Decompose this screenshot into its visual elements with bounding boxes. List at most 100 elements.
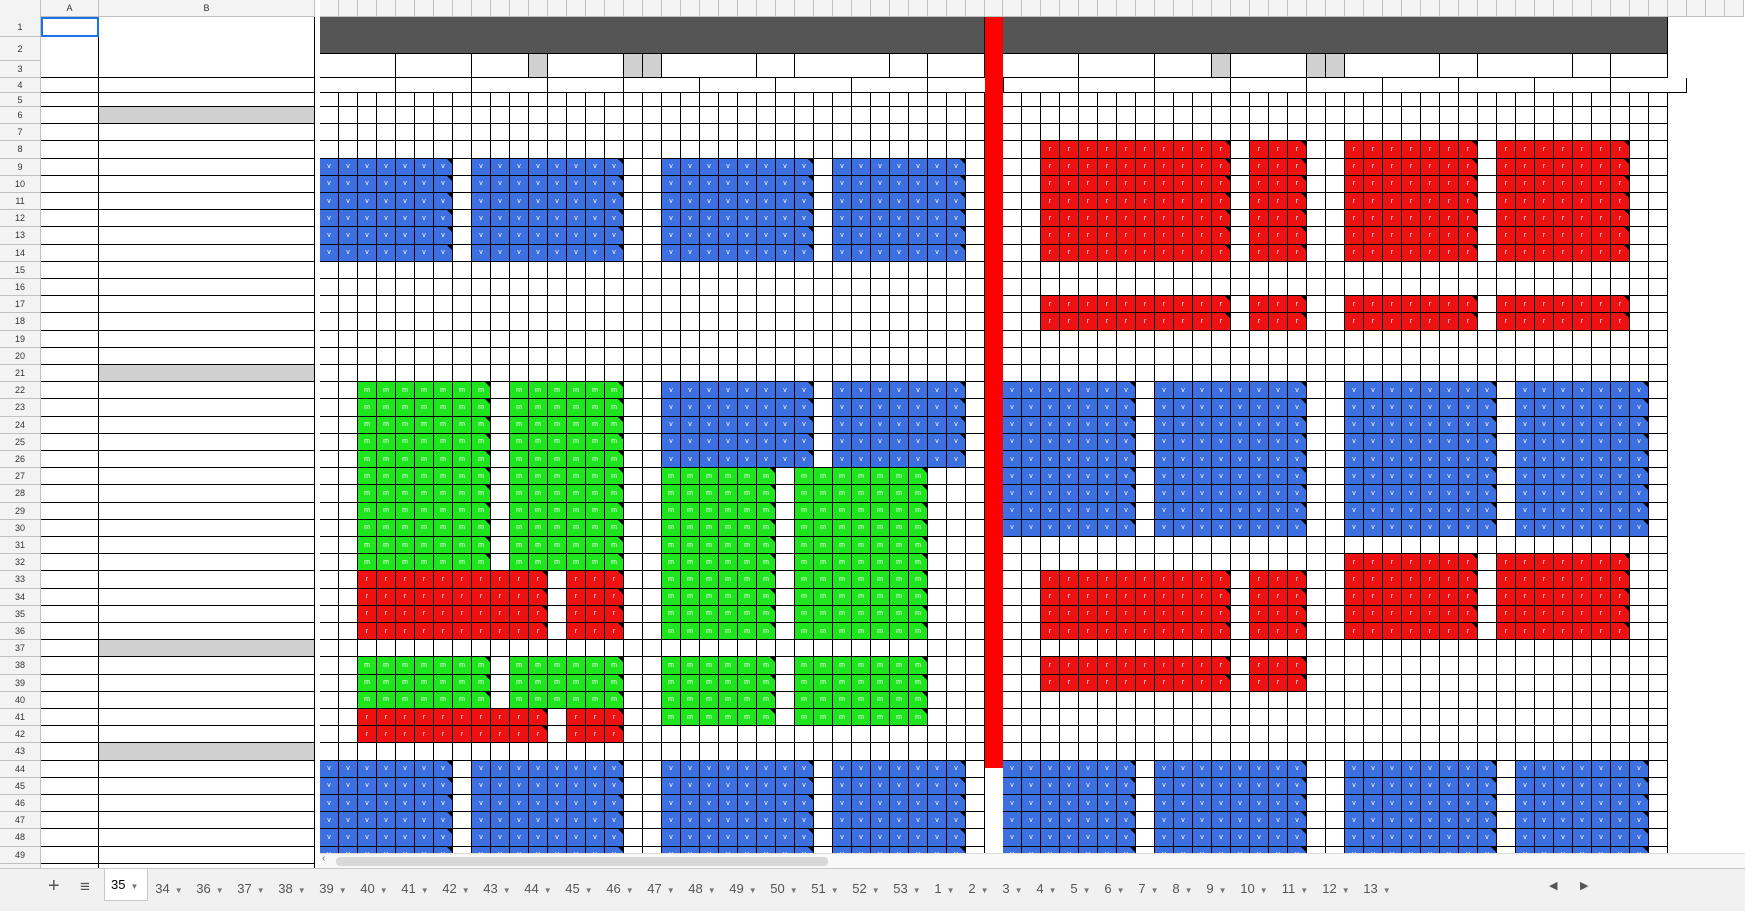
schedule-cell[interactable]: [529, 261, 548, 279]
schedule-cell-m[interactable]: m: [871, 623, 890, 641]
schedule-cell[interactable]: [1478, 347, 1497, 365]
schedule-cell-r[interactable]: r: [510, 571, 529, 589]
schedule-cell[interactable]: [814, 210, 833, 228]
schedule-cell-v[interactable]: v: [1554, 795, 1573, 813]
schedule-cell[interactable]: [358, 313, 377, 331]
schedule-cell-m[interactable]: m: [548, 382, 567, 400]
schedule-cell-v[interactable]: v: [909, 227, 928, 245]
schedule-cell-r[interactable]: r: [1554, 623, 1573, 641]
schedule-cell[interactable]: [1041, 261, 1060, 279]
schedule-cell-r[interactable]: r: [1497, 141, 1516, 159]
schedule-cell[interactable]: [1364, 691, 1383, 709]
schedule-cell[interactable]: [1060, 330, 1079, 348]
schedule-cell-v[interactable]: v: [415, 158, 434, 176]
schedule-cell[interactable]: [1326, 571, 1345, 589]
schedule-cell-r[interactable]: r: [1440, 227, 1459, 245]
schedule-cell-v[interactable]: v: [947, 193, 966, 211]
schedule-cell[interactable]: [1022, 296, 1041, 314]
schedule-cell-m[interactable]: m: [510, 382, 529, 400]
schedule-cell-m[interactable]: m: [814, 657, 833, 675]
schedule-cell-v[interactable]: v: [1079, 812, 1098, 830]
schedule-cell-v[interactable]: v: [890, 829, 909, 847]
schedule-cell[interactable]: [814, 141, 833, 159]
schedule-cell-v[interactable]: v: [700, 812, 719, 830]
schedule-cell[interactable]: [624, 468, 643, 486]
schedule-cell-r[interactable]: r: [529, 605, 548, 623]
schedule-cell[interactable]: [377, 330, 396, 348]
schedule-cell[interactable]: [1098, 124, 1117, 142]
schedule-cell-v[interactable]: v: [1364, 777, 1383, 795]
schedule-cell-m[interactable]: m: [890, 623, 909, 641]
schedule-cell-r[interactable]: r: [1516, 193, 1535, 211]
schedule-cell-v[interactable]: v: [1345, 760, 1364, 778]
column-header[interactable]: [1231, 0, 1250, 17]
schedule-cell-v[interactable]: v: [605, 795, 624, 813]
schedule-cell[interactable]: [1269, 365, 1288, 383]
schedule-cell[interactable]: [1649, 760, 1668, 778]
schedule-cell-v[interactable]: v: [1288, 812, 1307, 830]
workplace-description[interactable]: [99, 571, 315, 589]
schedule-cell-r[interactable]: r: [1592, 141, 1611, 159]
schedule-cell-m[interactable]: m: [681, 485, 700, 503]
schedule-cell-r[interactable]: r: [1269, 244, 1288, 262]
schedule-cell[interactable]: [1478, 605, 1497, 623]
schedule-cell-v[interactable]: v: [1383, 468, 1402, 486]
schedule-cell[interactable]: [567, 640, 586, 658]
schedule-cell[interactable]: [1174, 743, 1193, 761]
schedule-cell[interactable]: [1326, 416, 1345, 434]
schedule-cell-v[interactable]: v: [1117, 760, 1136, 778]
schedule-cell-v[interactable]: v: [681, 416, 700, 434]
sheet-tab[interactable]: 36 ▼: [190, 877, 230, 901]
schedule-cell[interactable]: [643, 244, 662, 262]
schedule-cell-r[interactable]: r: [1269, 657, 1288, 675]
schedule-cell-r[interactable]: r: [1136, 313, 1155, 331]
schedule-cell-m[interactable]: m: [510, 451, 529, 469]
schedule-cell-v[interactable]: v: [776, 175, 795, 193]
schedule-cell[interactable]: [586, 261, 605, 279]
schedule-cell-v[interactable]: v: [1478, 399, 1497, 417]
schedule-cell[interactable]: [491, 347, 510, 365]
schedule-cell[interactable]: [320, 433, 339, 451]
schedule-cell-v[interactable]: v: [1079, 416, 1098, 434]
schedule-cell[interactable]: [871, 743, 890, 761]
schedule-cell[interactable]: [1383, 330, 1402, 348]
schedule-cell[interactable]: [1307, 313, 1326, 331]
schedule-cell-r[interactable]: r: [1060, 588, 1079, 606]
schedule-cell-r[interactable]: r: [1060, 657, 1079, 675]
schedule-cell-v[interactable]: v: [1402, 829, 1421, 847]
schedule-cell[interactable]: [1326, 330, 1345, 348]
schedule-cell-v[interactable]: v: [738, 227, 757, 245]
schedule-cell[interactable]: [966, 433, 985, 451]
schedule-cell[interactable]: [491, 674, 510, 692]
schedule-cell-v[interactable]: v: [871, 829, 890, 847]
schedule-cell-m[interactable]: m: [852, 657, 871, 675]
schedule-cell-r[interactable]: r: [1136, 244, 1155, 262]
row-header[interactable]: 9: [0, 158, 41, 176]
schedule-cell-v[interactable]: v: [548, 777, 567, 795]
schedule-cell-v[interactable]: v: [1174, 760, 1193, 778]
schedule-cell-r[interactable]: r: [1345, 296, 1364, 314]
schedule-cell-v[interactable]: v: [1022, 416, 1041, 434]
schedule-cell-v[interactable]: v: [1611, 812, 1630, 830]
schedule-cell-r[interactable]: r: [1212, 588, 1231, 606]
workplace-description[interactable]: [99, 175, 315, 193]
schedule-cell-v[interactable]: v: [1041, 485, 1060, 503]
schedule-cell[interactable]: [1060, 726, 1079, 744]
schedule-cell[interactable]: [320, 313, 339, 331]
schedule-cell-m[interactable]: m: [472, 451, 491, 469]
schedule-cell-r[interactable]: r: [472, 588, 491, 606]
schedule-cell-v[interactable]: v: [510, 227, 529, 245]
schedule-cell-m[interactable]: m: [510, 433, 529, 451]
schedule-cell-v[interactable]: v: [1611, 829, 1630, 847]
column-header[interactable]: [1041, 0, 1060, 17]
schedule-cell-r[interactable]: r: [1364, 588, 1383, 606]
schedule-cell[interactable]: [1554, 537, 1573, 555]
schedule-cell-r[interactable]: r: [1611, 313, 1630, 331]
schedule-cell-v[interactable]: v: [1003, 829, 1022, 847]
schedule-cell-r[interactable]: r: [1155, 674, 1174, 692]
schedule-cell[interactable]: [1136, 451, 1155, 469]
schedule-cell-m[interactable]: m: [453, 657, 472, 675]
schedule-cell-v[interactable]: v: [719, 399, 738, 417]
schedule-cell-v[interactable]: v: [871, 227, 890, 245]
schedule-cell-v[interactable]: v: [1440, 812, 1459, 830]
